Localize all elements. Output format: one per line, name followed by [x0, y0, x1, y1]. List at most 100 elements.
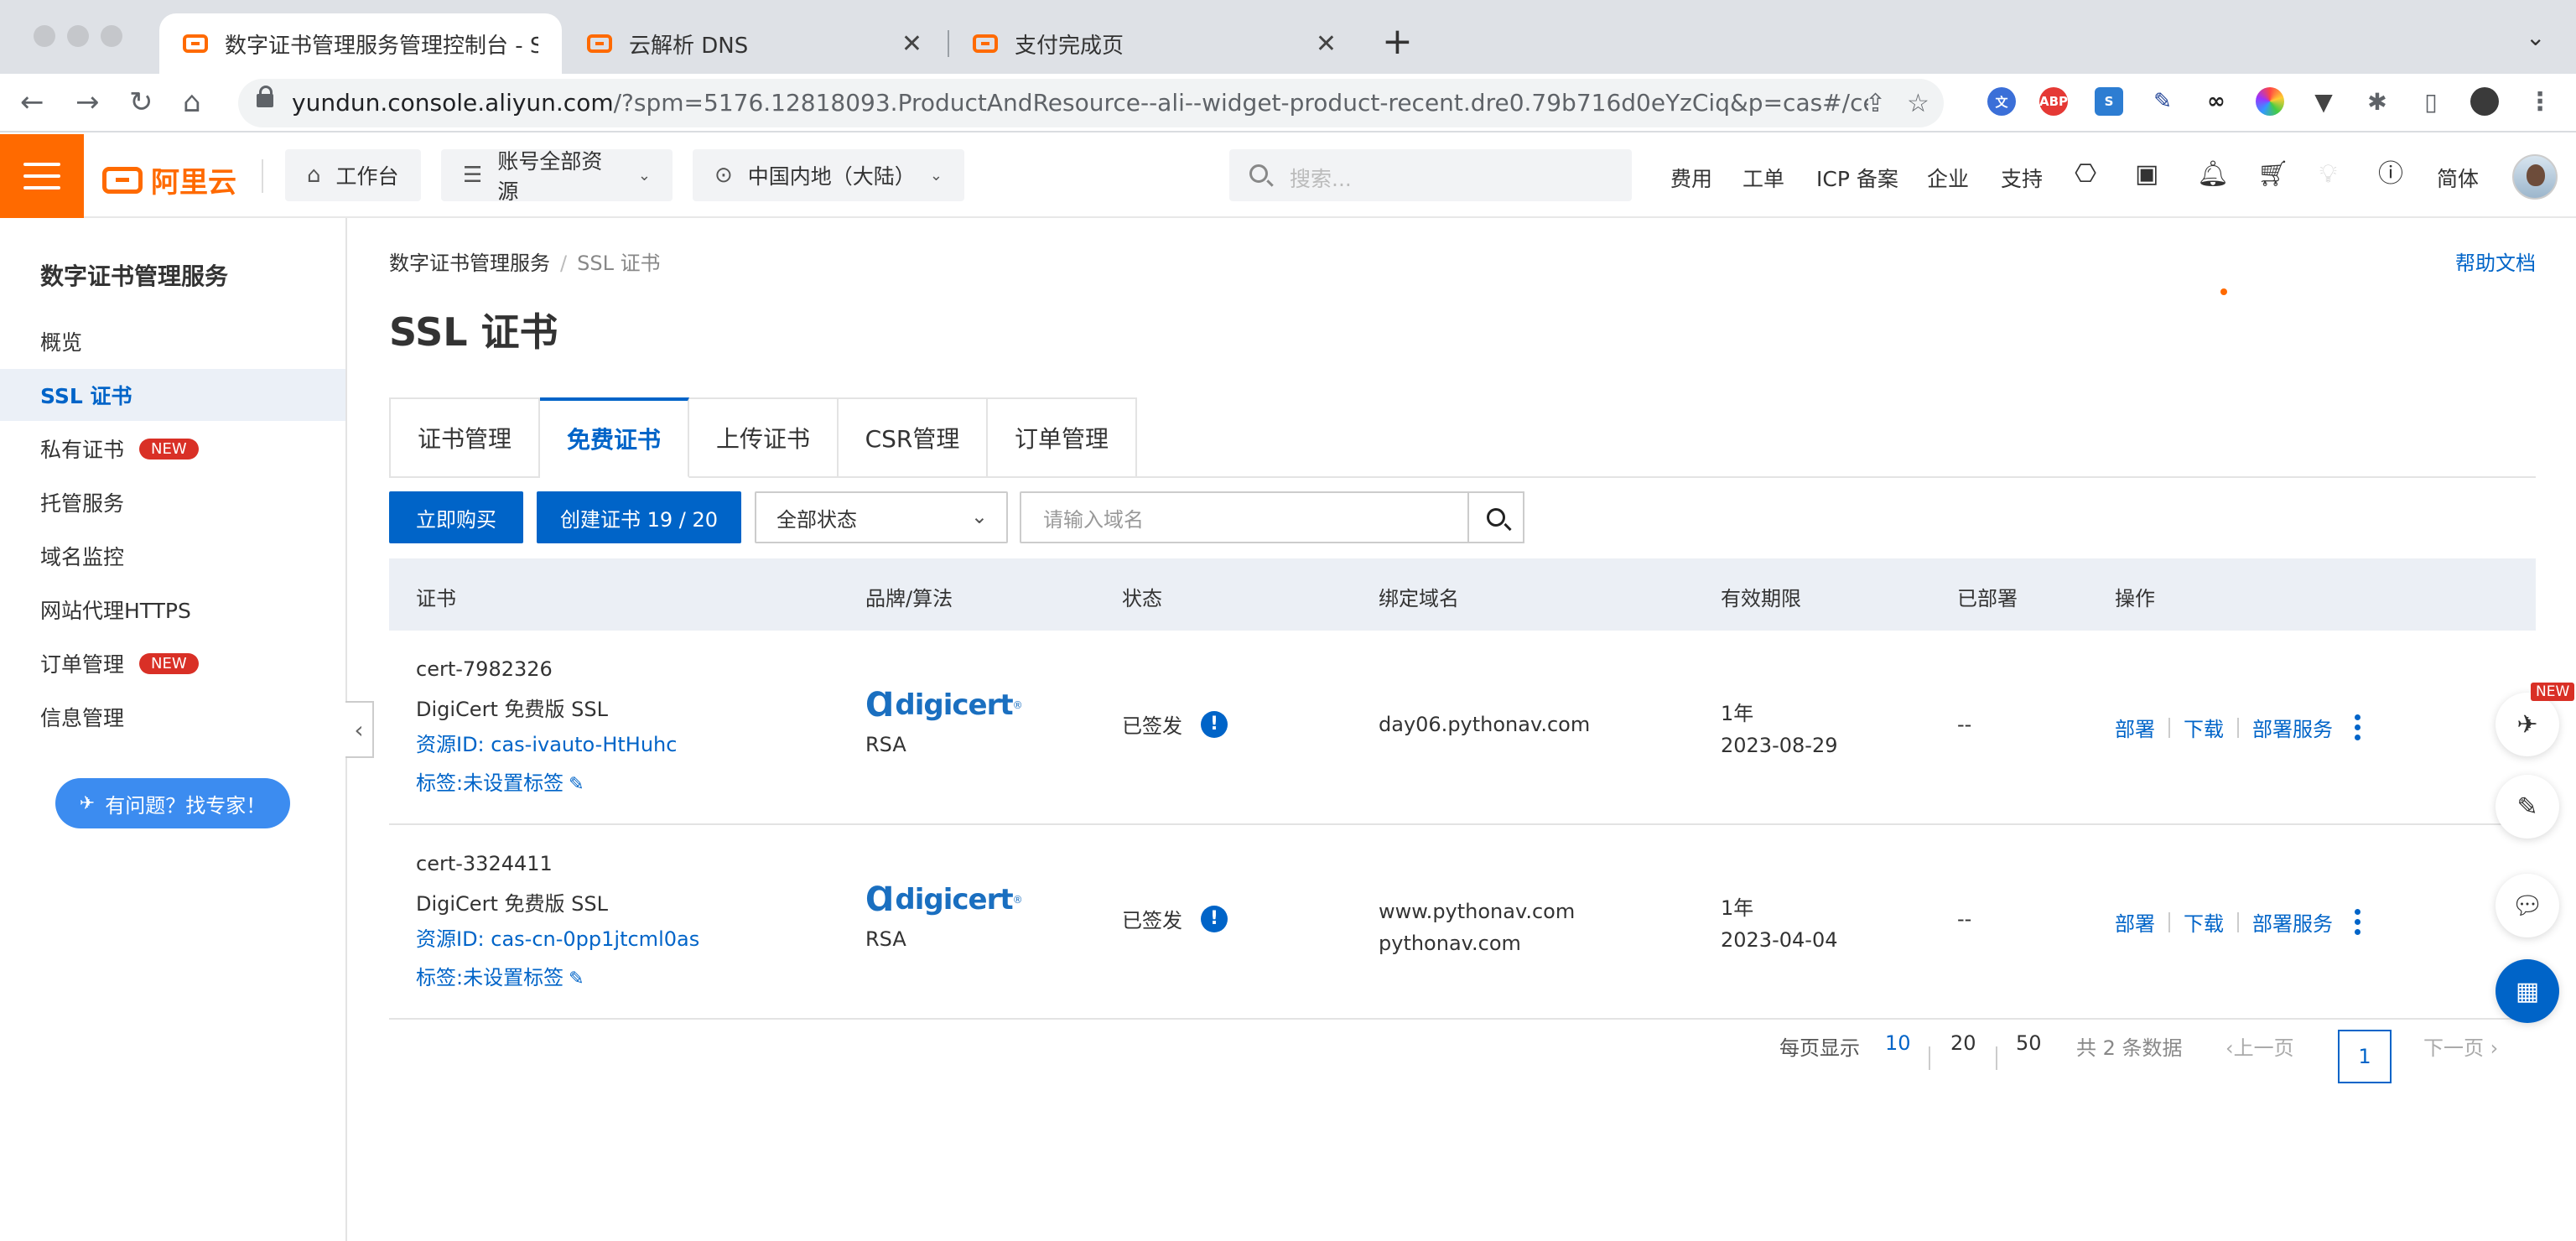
download-link[interactable]: 下载 [2184, 907, 2224, 937]
tab-cert-management[interactable]: 证书管理 [389, 397, 540, 478]
nav-link-billing[interactable]: 费用 [1670, 163, 1712, 193]
share-icon[interactable]: ⇪ [1865, 89, 1886, 118]
ask-expert-button[interactable]: ✈ 有问题？找专家！ [55, 778, 290, 828]
search-icon [1249, 164, 1268, 183]
reload-icon[interactable]: ↻ [129, 86, 153, 119]
next-page-button[interactable]: 下一页 › [2423, 1031, 2498, 1061]
deploy-link[interactable]: 部署 [2115, 713, 2155, 742]
cert-resource-id[interactable]: 资源ID: cas-cn-0pp1jtcml0as [416, 922, 699, 952]
buy-now-button[interactable]: 立即购买 [389, 491, 523, 543]
user-avatar[interactable] [2512, 154, 2558, 200]
region-dropdown[interactable]: ⊙ 中国内地（大陆） ⌄ [693, 149, 964, 201]
browser-tab-payment[interactable]: 支付完成页 ✕ [949, 13, 1360, 74]
cart-icon[interactable]: 🛒︎ [2257, 159, 2289, 190]
close-window-dot[interactable] [34, 25, 55, 47]
tab-search-chevron-icon[interactable]: ⌄ [2526, 23, 2545, 51]
s-extension-icon[interactable]: S [2095, 87, 2123, 116]
page-number-current[interactable]: 1 [2338, 1030, 2392, 1083]
url-text[interactable]: yundun.console.aliyun.com/?spm=5176.1281… [292, 89, 1868, 117]
cert-validity: 1年 2023-08-29 [1721, 698, 1837, 761]
vue-extension-icon[interactable]: ▼ [2309, 87, 2338, 116]
sidebar-item-label: 私有证书 [40, 438, 125, 462]
tab-free-cert[interactable]: 免费证书 [540, 397, 689, 478]
api-icon[interactable]: ⎔ [2075, 159, 2096, 190]
create-cert-button[interactable]: 创建证书 19 / 20 [537, 491, 741, 543]
tab-upload-cert[interactable]: 上传证书 [689, 397, 839, 478]
more-actions-icon[interactable] [2355, 909, 2361, 935]
cert-resource-id[interactable]: 资源ID: cas-ivauto-HtHuhc [416, 728, 677, 757]
nav-link-ticket[interactable]: 工单 [1742, 163, 1784, 193]
hamburger-menu-icon[interactable] [0, 134, 84, 218]
domain-search-input[interactable]: 请输入域名 [1020, 491, 1469, 543]
edit-note-icon[interactable]: ✎ [2496, 775, 2559, 839]
sidepanel-icon[interactable]: ▯ [2417, 87, 2445, 116]
sidebar-item-overview[interactable]: 概览 [0, 315, 345, 367]
help-circle-icon[interactable]: ⓘ [2378, 159, 2403, 190]
close-tab-icon[interactable]: ✕ [1316, 29, 1337, 59]
zoom-window-dot[interactable] [101, 25, 122, 47]
cert-tag-link[interactable]: 标签:未设置标签 ✎ [416, 961, 584, 990]
close-tab-icon[interactable]: ✕ [901, 29, 922, 59]
sidebar-item-orders[interactable]: 订单管理 NEW [0, 637, 345, 689]
resources-dropdown[interactable]: ☰ 账号全部资源 ⌄ [441, 149, 673, 204]
deploy-service-link[interactable]: 部署服务 [2252, 907, 2333, 937]
chevron-right-icon: › [2484, 1036, 2499, 1060]
forward-arrow-icon[interactable]: → [75, 86, 100, 119]
download-link[interactable]: 下载 [2184, 713, 2224, 742]
address-bar[interactable]: yundun.console.aliyun.com/?spm=5176.1281… [238, 79, 1944, 127]
terminal-icon[interactable]: ▣ [2135, 159, 2158, 190]
sidebar-item-info[interactable]: 信息管理 [0, 691, 345, 743]
page-size-20[interactable]: 20 [1950, 1031, 1976, 1055]
feedback-plane-icon[interactable]: ✈ [2496, 693, 2559, 756]
profile-avatar-icon[interactable] [2470, 87, 2499, 116]
cert-tag-link[interactable]: 标签:未设置标签 ✎ [416, 766, 584, 796]
page-size-10[interactable]: 10 [1885, 1031, 1911, 1055]
bell-icon[interactable]: 🔔︎ [2197, 159, 2229, 190]
page-size-50[interactable]: 50 [2016, 1031, 2042, 1055]
translate-extension-icon[interactable]: 文 [1987, 87, 2016, 116]
info-exclamation-icon[interactable]: ! [1201, 905, 1228, 932]
sidebar-item-ssl[interactable]: SSL 证书 [0, 369, 345, 421]
deploy-service-link[interactable]: 部署服务 [2252, 713, 2333, 742]
sidebar-item-hosting[interactable]: 托管服务 [0, 476, 345, 528]
bound-domain: pythonav.com [1379, 932, 1521, 955]
sidebar-item-private-cert[interactable]: 私有证书 NEW [0, 423, 345, 475]
language-switch[interactable]: 简体 [2437, 163, 2479, 193]
nav-link-enterprise[interactable]: 企业 [1927, 163, 1969, 193]
bookmark-star-icon[interactable]: ☆ [1907, 89, 1929, 118]
tab-orders[interactable]: 订单管理 [988, 397, 1137, 478]
prev-page-button[interactable]: ‹上一页 [2225, 1031, 2294, 1061]
ext-dollar-icon[interactable]: ✎ [2148, 87, 2177, 116]
console-search-input[interactable]: 搜索... [1229, 149, 1632, 201]
info-exclamation-icon[interactable]: ! [1201, 710, 1228, 738]
color-picker-extension-icon[interactable] [2256, 87, 2284, 116]
puzzle-extensions-icon[interactable]: ✱ [2363, 87, 2392, 116]
sidebar-collapse-chevron-icon[interactable]: ‹ [345, 701, 374, 758]
breadcrumb-root[interactable]: 数字证书管理服务 [389, 252, 550, 275]
action-divider [2237, 911, 2239, 932]
domain-search-button[interactable] [1467, 491, 1524, 543]
deploy-link[interactable]: 部署 [2115, 907, 2155, 937]
sidebar-item-domain-monitor[interactable]: 域名监控 [0, 530, 345, 582]
browser-tab-cert-console[interactable]: 数字证书管理服务管理控制台 - S [159, 13, 562, 74]
kebab-menu-icon[interactable]: ⋮ [2526, 87, 2554, 117]
lightbulb-icon[interactable]: 💡︎ [2319, 159, 2337, 190]
link-extension-icon[interactable]: ∞ [2202, 87, 2231, 116]
apps-grid-icon[interactable]: ▦ [2496, 959, 2559, 1023]
chat-bubble-icon[interactable]: 💬︎ [2496, 874, 2559, 937]
tab-csr[interactable]: CSR管理 [839, 397, 988, 478]
more-actions-icon[interactable] [2355, 714, 2361, 740]
workbench-button[interactable]: ⌂ 工作台 [285, 149, 421, 201]
nav-link-support[interactable]: 支持 [2001, 163, 2043, 193]
minimize-window-dot[interactable] [67, 25, 89, 47]
adblock-extension-icon[interactable]: ABP [2039, 87, 2068, 116]
aliyun-logo[interactable]: 阿里云 [102, 159, 236, 200]
back-arrow-icon[interactable]: ← [20, 86, 44, 119]
home-icon[interactable]: ⌂ [183, 86, 201, 119]
sidebar-item-https-proxy[interactable]: 网站代理HTTPS [0, 584, 345, 636]
browser-tab-dns[interactable]: 云解析 DNS ✕ [564, 13, 946, 74]
nav-link-icp[interactable]: ICP 备案 [1816, 163, 1898, 193]
new-tab-plus-icon[interactable]: + [1382, 20, 1413, 64]
status-select[interactable]: 全部状态 ⌄ [755, 491, 1008, 543]
help-doc-link[interactable]: 帮助文档 [2455, 247, 2536, 276]
